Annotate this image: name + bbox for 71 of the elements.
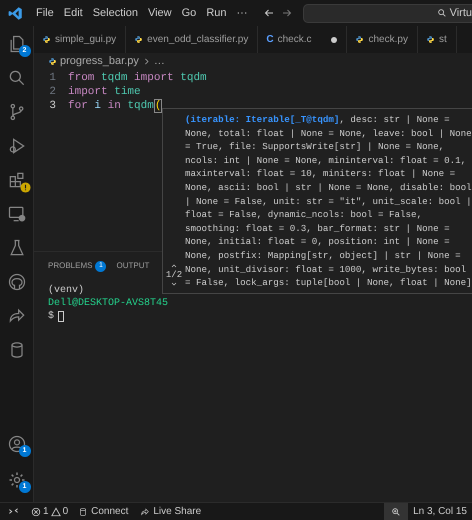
menu-item[interactable]: Edit <box>58 4 88 22</box>
search-icon <box>6 68 26 88</box>
zoom-in-icon <box>391 506 402 516</box>
signature-line: None, ascii: bool | str | None = None, disable: bool <box>185 180 472 195</box>
extensions-icon <box>6 170 26 190</box>
warning-icon <box>50 506 61 516</box>
python-file-icon <box>48 56 57 66</box>
c-file-icon: C <box>266 32 274 47</box>
back-arrow-icon[interactable] <box>262 7 274 19</box>
signature-line: None, initial: float = 0, position: int | None = <box>185 235 451 249</box>
line-number: 1 <box>48 70 57 86</box>
activity-remote-button[interactable] <box>6 204 26 224</box>
signature-line: smoothing: float = 0.3, bar_format: str | None = <box>185 222 451 236</box>
signature-line: (iterable: Iterable[_T@tqdm], desc: str | None = <box>185 113 451 127</box>
signature-line: None, unit_divisor: float = 1000, write_bytes: bool <box>185 262 468 276</box>
live-share-status[interactable]: Live Share <box>134 504 208 519</box>
cursor-position[interactable]: Ln 3, Col 15 <box>408 504 472 519</box>
signature-line: = True, file: SupportsWrite[str] | None = None, <box>185 140 446 154</box>
menu-item[interactable]: Run <box>201 4 232 22</box>
activity-search-button[interactable] <box>6 68 26 88</box>
activity-liveshare-button[interactable] <box>6 306 26 326</box>
menu-item[interactable]: View <box>142 4 177 22</box>
menu-item[interactable]: ··· <box>232 4 252 22</box>
problems-status[interactable]: 1 0 <box>27 504 72 519</box>
python-file-icon <box>134 35 144 44</box>
error-icon <box>31 506 41 516</box>
tab-label: check.py <box>368 33 408 47</box>
settings-icon <box>6 470 26 490</box>
python-file-icon <box>355 35 364 44</box>
database-icon <box>78 506 88 516</box>
search-field[interactable]: Virtu <box>302 4 472 22</box>
python-file-icon <box>42 35 51 44</box>
menu-item[interactable]: Selection <box>88 4 143 22</box>
terminal-prompt: $ <box>48 310 54 323</box>
connect-status[interactable]: Connect <box>72 504 134 519</box>
signature-line: = False, lock_args: tuple[bool | None, float | None] <box>185 276 472 290</box>
tab-label: even_odd_classifier.py <box>147 33 248 47</box>
tab-label: simple_gui.py <box>55 33 116 47</box>
search-text: Virtu <box>450 6 472 21</box>
account-icon <box>6 434 26 454</box>
terminal-line: (venv) <box>48 284 84 297</box>
forward-arrow-icon[interactable] <box>280 7 292 19</box>
line-number: 3 <box>48 98 57 114</box>
menu-item[interactable]: Go <box>176 4 202 22</box>
signature-line: None, postfix: Mapping[str, object] | str | None = <box>185 248 462 263</box>
breadcrumb-item[interactable]: … <box>154 52 165 70</box>
code-line: from tqdm import tqdm <box>68 70 207 86</box>
run-debug-icon <box>6 136 26 156</box>
signature-line: | None = False, unit: str = "it", unit_scale: bool | <box>185 194 472 208</box>
breadcrumb-item[interactable]: progress_bar.py <box>60 52 139 70</box>
signature-line: float = False, dynamic_ncols: bool = False, <box>185 208 424 222</box>
terminal-cursor <box>58 311 64 322</box>
menu-item[interactable]: File <box>31 4 59 22</box>
share-arrow-icon <box>6 306 26 326</box>
share-arrow-icon <box>140 506 150 516</box>
app-logo-icon <box>8 6 23 20</box>
tab-label: st <box>438 33 447 47</box>
search-icon <box>436 8 447 18</box>
line-number: 2 <box>48 84 57 100</box>
monitor-icon <box>6 204 26 224</box>
zoom-button[interactable] <box>384 503 408 520</box>
terminal-prompt: Dell@DESKTOP-AVS8T45 <box>48 297 168 310</box>
tab-label: check.c <box>278 33 312 47</box>
signature-line: None, total: float | None = None, leave: bool | None <box>185 126 472 140</box>
python-file-icon <box>426 35 435 44</box>
code-line: import time <box>68 84 141 100</box>
page-counter: 1/2 <box>166 270 182 280</box>
signature-line: maxinterval: float = 10, miniters: float | None = <box>185 167 456 181</box>
activity-debug-button[interactable] <box>6 136 26 156</box>
signature-line: ncols: int | None = None, mininterval: float = 0.1, <box>185 154 468 168</box>
panel-tab[interactable]: OUTPUT <box>116 260 150 272</box>
